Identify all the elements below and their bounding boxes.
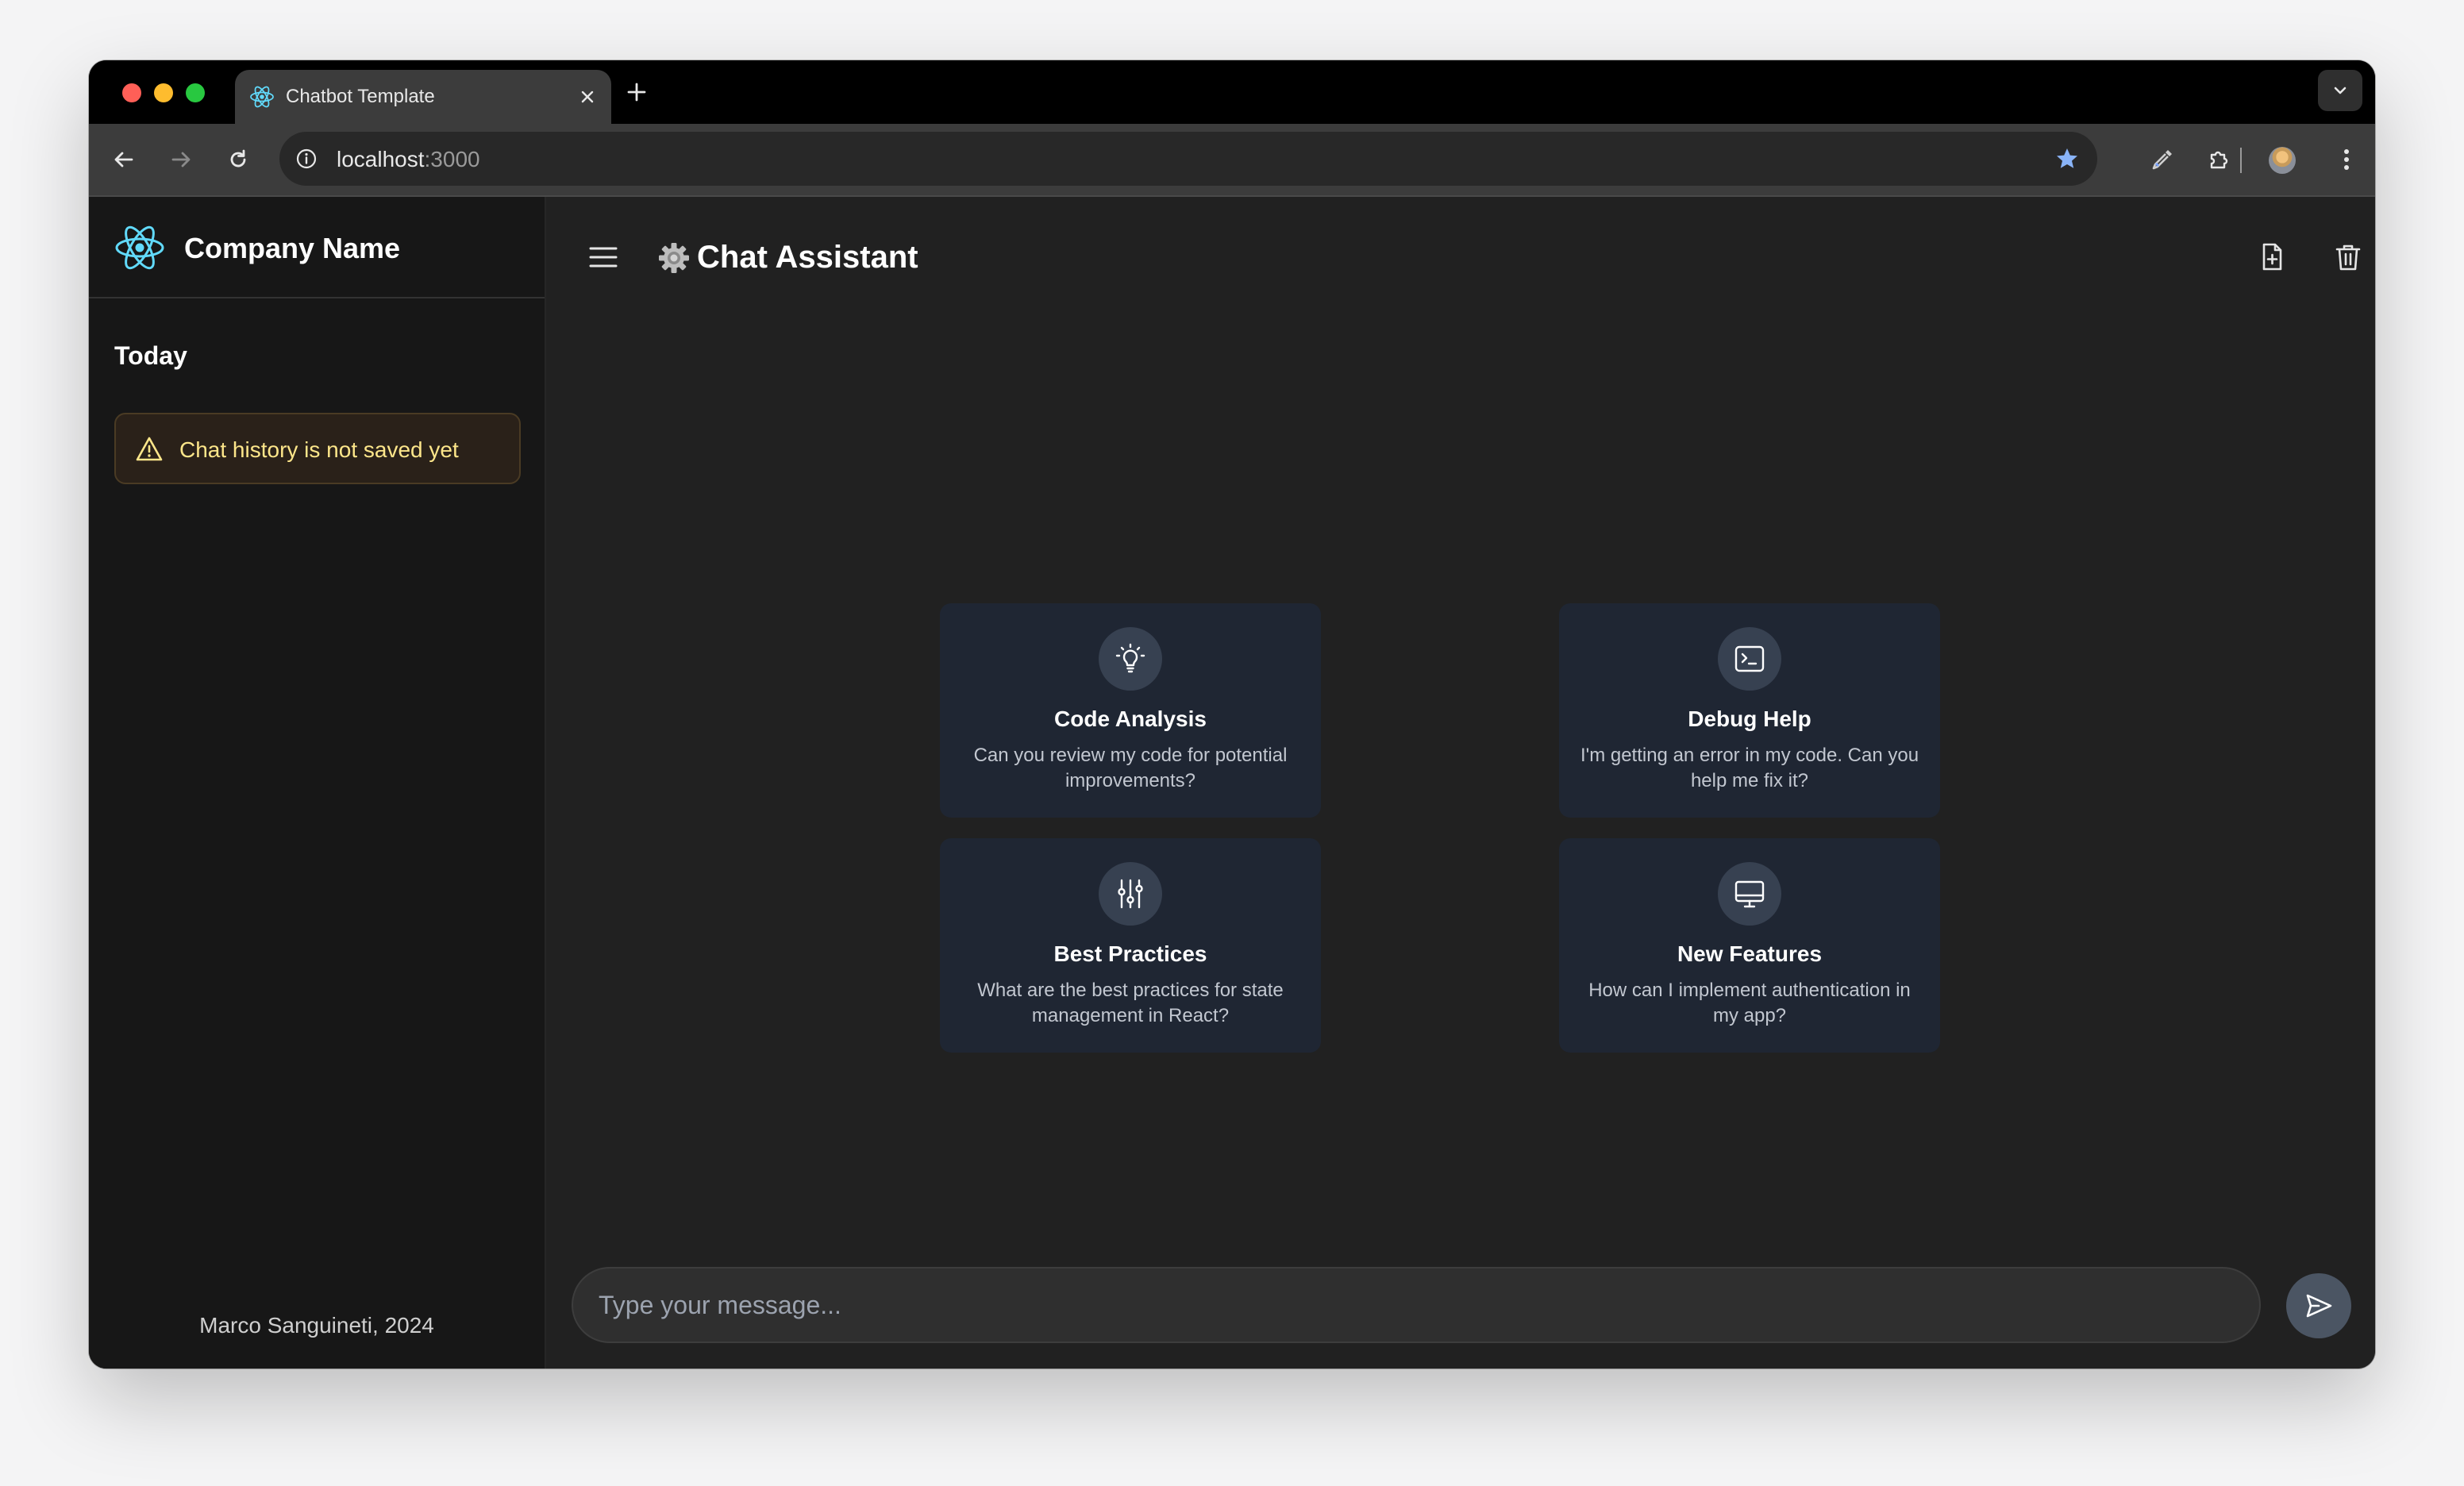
minimize-window-button[interactable] (154, 83, 173, 102)
tab-strip: Chatbot Template (89, 60, 2375, 124)
card-description: Can you review my code for potential imp… (973, 745, 1288, 791)
suggestion-card-new-features[interactable]: New Features How can I implement authent… (1559, 838, 1940, 1053)
eyedropper-extension-icon[interactable] (2145, 142, 2180, 177)
monitor-icon (1718, 862, 1781, 926)
sidebar-footer: Marco Sanguineti, 2024 (199, 1313, 434, 1338)
chat-main: Chat Assistant Code Analysis Can you rev… (546, 197, 2375, 1369)
suggestion-card-best-practices[interactable]: Best Practices What are the best practic… (940, 838, 1321, 1053)
message-input[interactable] (572, 1267, 2261, 1343)
card-title: Code Analysis (1054, 706, 1207, 731)
sliders-icon (1099, 862, 1162, 926)
react-logo-icon (114, 222, 165, 273)
suggestion-card-code-analysis[interactable]: Code Analysis Can you review my code for… (940, 603, 1321, 818)
hamburger-menu-icon[interactable] (586, 240, 621, 275)
lightbulb-icon (1099, 627, 1162, 691)
url-host: localhost (337, 147, 425, 171)
send-button[interactable] (2286, 1273, 2351, 1338)
card-description: How can I implement authentication in my… (1588, 980, 1911, 1026)
history-section-title: Today (114, 341, 187, 370)
terminal-icon (1718, 627, 1781, 691)
tab-title: Chatbot Template (286, 86, 435, 107)
url-port: :3000 (424, 147, 480, 171)
url-text: localhost:3000 (337, 147, 480, 172)
address-bar[interactable]: localhost:3000 (279, 132, 2097, 186)
toolbar-divider (2240, 148, 2242, 173)
gear-icon (657, 241, 691, 275)
tab-search-chevron-icon[interactable] (2318, 70, 2362, 111)
delete-trash-icon[interactable] (2329, 238, 2367, 276)
card-description: What are the best practices for state ma… (977, 980, 1284, 1026)
send-paper-plane-icon (2306, 1294, 2332, 1318)
reload-icon[interactable] (221, 142, 256, 177)
sidebar-header: Company Name (89, 197, 545, 298)
tab-close-icon[interactable] (575, 84, 600, 110)
warning-triangle-icon (135, 435, 164, 464)
card-title: Best Practices (1053, 941, 1207, 966)
browser-menu-kebab-icon[interactable] (2329, 142, 2364, 177)
profile-avatar[interactable] (2269, 147, 2296, 174)
maximize-window-button[interactable] (186, 83, 205, 102)
browser-tab-active[interactable]: Chatbot Template (235, 70, 611, 124)
back-arrow-icon[interactable] (106, 142, 141, 177)
new-chat-file-plus-icon[interactable] (2253, 238, 2291, 276)
card-title: New Features (1677, 941, 1823, 966)
warning-text: Chat history is not saved yet (179, 437, 459, 462)
site-info-icon[interactable] (292, 144, 321, 173)
company-name: Company Name (184, 232, 401, 264)
history-warning-banner: Chat history is not saved yet (114, 413, 521, 484)
react-favicon-icon (249, 84, 275, 110)
browser-toolbar: localhost:3000 (89, 124, 2375, 197)
new-tab-plus-icon[interactable] (622, 78, 651, 106)
bookmark-star-icon[interactable] (2053, 144, 2081, 173)
close-window-button[interactable] (122, 83, 141, 102)
card-description: I'm getting an error in my code. Can you… (1580, 745, 1919, 791)
forward-arrow-icon[interactable] (164, 142, 198, 177)
suggestion-card-debug-help[interactable]: Debug Help I'm getting an error in my co… (1559, 603, 1940, 818)
sidebar: Company Name Today Chat history is not s… (89, 197, 546, 1369)
chat-app: Company Name Today Chat history is not s… (89, 197, 2375, 1369)
extensions-puzzle-icon[interactable] (2202, 142, 2237, 177)
browser-window: Chatbot Template localhost:3000 Company … (89, 60, 2375, 1369)
card-title: Debug Help (1688, 706, 1811, 731)
page-title: Chat Assistant (697, 240, 918, 275)
